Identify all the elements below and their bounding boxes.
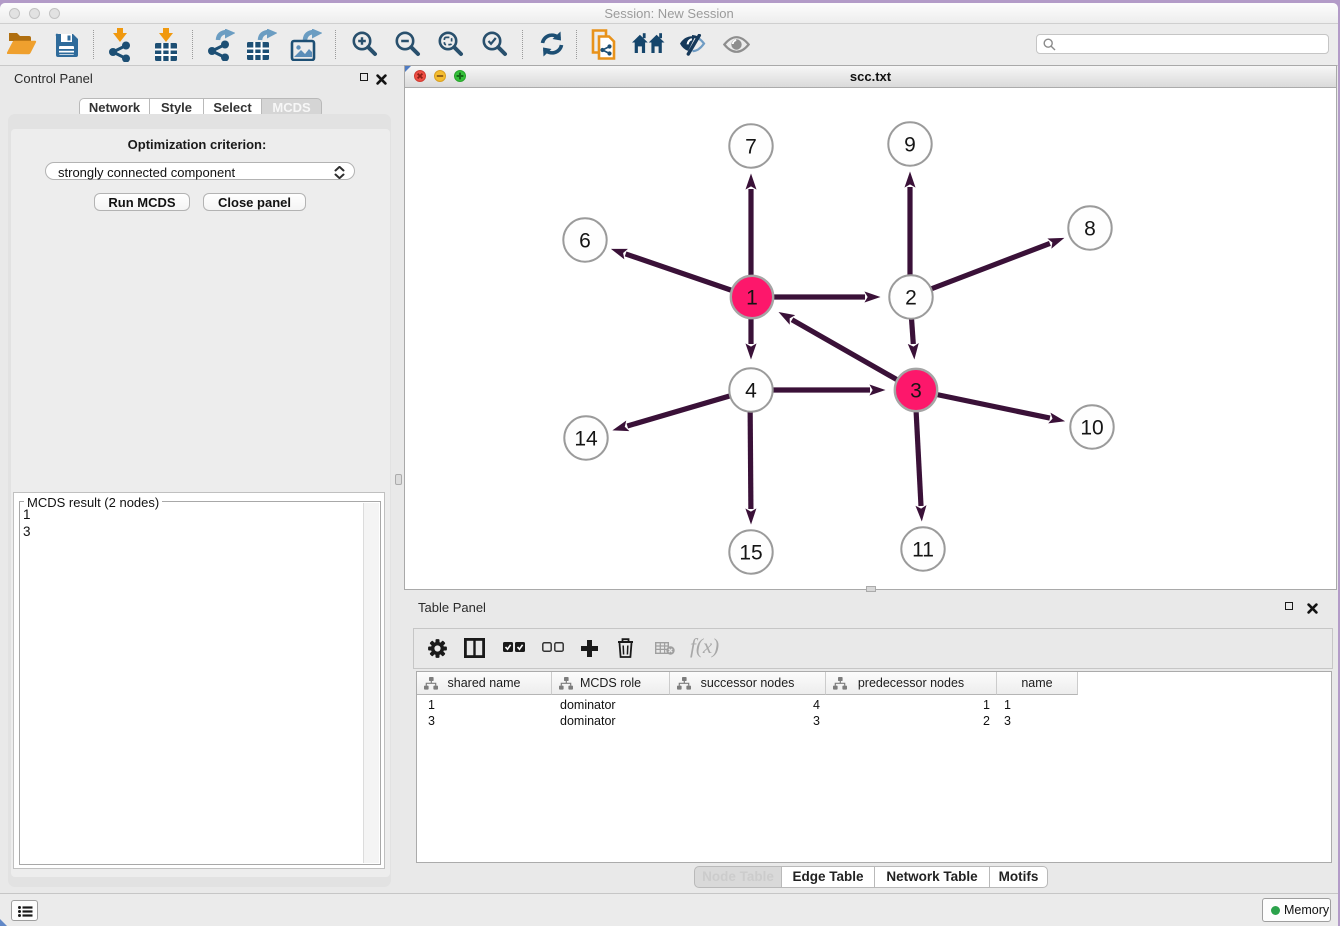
svg-text:8: 8 bbox=[1084, 218, 1096, 241]
svg-text:6: 6 bbox=[579, 230, 591, 253]
svg-text:1: 1 bbox=[746, 287, 758, 310]
svg-text:14: 14 bbox=[574, 428, 598, 451]
svg-text:2: 2 bbox=[905, 287, 917, 310]
svg-text:15: 15 bbox=[739, 542, 762, 565]
svg-text:10: 10 bbox=[1080, 417, 1103, 440]
svg-text:4: 4 bbox=[745, 380, 757, 403]
svg-text:3: 3 bbox=[910, 380, 922, 403]
svg-text:7: 7 bbox=[745, 136, 757, 159]
svg-text:11: 11 bbox=[912, 539, 934, 562]
svg-text:9: 9 bbox=[904, 134, 916, 157]
